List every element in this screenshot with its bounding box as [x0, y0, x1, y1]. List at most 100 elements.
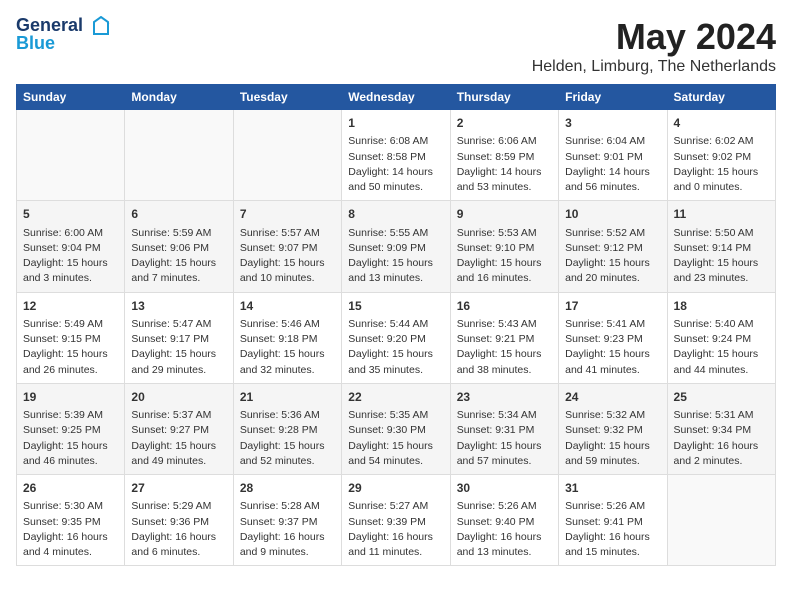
day-number: 11: [674, 206, 769, 223]
header-wednesday: Wednesday: [342, 85, 450, 110]
calendar-cell: 30 Sunrise: 5:26 AM Sunset: 9:40 PM Dayli…: [450, 475, 558, 566]
day-number: 28: [240, 480, 335, 497]
calendar-cell: 7Sunrise: 5:57 AM Sunset: 9:07 PM Daylig…: [233, 201, 341, 292]
header-thursday: Thursday: [450, 85, 558, 110]
calendar-cell: 5 Sunrise: 6:00 AM Sunset: 9:04 PM Daylig…: [17, 201, 125, 292]
day-number: 31: [565, 480, 660, 497]
day-info: Sunrise: 5:31 AM Sunset: 9:34 PM Dayligh…: [674, 408, 769, 469]
header-tuesday: Tuesday: [233, 85, 341, 110]
day-number: 8: [348, 206, 443, 223]
day-info: Sunrise: 5:53 AM Sunset: 9:10 PM Dayligh…: [457, 226, 552, 287]
calendar-cell: 13 Sunrise: 5:47 AM Sunset: 9:17 PM Dayli…: [125, 292, 233, 383]
day-info: Sunrise: 5:41 AM Sunset: 9:23 PM Dayligh…: [565, 317, 660, 378]
calendar-cell: 1Sunrise: 6:08 AM Sunset: 8:58 PM Daylig…: [342, 110, 450, 201]
day-info: Sunrise: 5:36 AM Sunset: 9:28 PM Dayligh…: [240, 408, 335, 469]
title-block: May 2024 Helden, Limburg, The Netherland…: [532, 16, 776, 76]
calendar-cell: [233, 110, 341, 201]
day-number: 26: [23, 480, 118, 497]
day-info: Sunrise: 5:49 AM Sunset: 9:15 PM Dayligh…: [23, 317, 118, 378]
day-info: Sunrise: 5:57 AM Sunset: 9:07 PM Dayligh…: [240, 226, 335, 287]
calendar-cell: 27 Sunrise: 5:29 AM Sunset: 9:36 PM Dayli…: [125, 475, 233, 566]
day-info: Sunrise: 5:29 AM Sunset: 9:36 PM Dayligh…: [131, 499, 226, 560]
calendar-cell: 2 Sunrise: 6:06 AM Sunset: 8:59 PM Daylig…: [450, 110, 558, 201]
day-number: 4: [674, 115, 769, 132]
day-info: Sunrise: 6:00 AM Sunset: 9:04 PM Dayligh…: [23, 226, 118, 287]
day-number: 21: [240, 389, 335, 406]
calendar-cell: 23Sunrise: 5:34 AM Sunset: 9:31 PM Dayli…: [450, 383, 558, 474]
calendar-cell: [17, 110, 125, 201]
calendar-cell: 6 Sunrise: 5:59 AM Sunset: 9:06 PM Daylig…: [125, 201, 233, 292]
day-number: 17: [565, 298, 660, 315]
calendar-cell: 22 Sunrise: 5:35 AM Sunset: 9:30 PM Dayli…: [342, 383, 450, 474]
day-info: Sunrise: 5:27 AM Sunset: 9:39 PM Dayligh…: [348, 499, 443, 560]
calendar-cell: 28 Sunrise: 5:28 AM Sunset: 9:37 PM Dayli…: [233, 475, 341, 566]
day-number: 25: [674, 389, 769, 406]
header-saturday: Saturday: [667, 85, 775, 110]
calendar-cell: 26Sunrise: 5:30 AM Sunset: 9:35 PM Dayli…: [17, 475, 125, 566]
logo: General Blue: [16, 16, 112, 54]
day-info: Sunrise: 6:02 AM Sunset: 9:02 PM Dayligh…: [674, 134, 769, 195]
calendar-cell: 8 Sunrise: 5:55 AM Sunset: 9:09 PM Daylig…: [342, 201, 450, 292]
calendar-cell: 14 Sunrise: 5:46 AM Sunset: 9:18 PM Dayli…: [233, 292, 341, 383]
day-info: Sunrise: 6:06 AM Sunset: 8:59 PM Dayligh…: [457, 134, 552, 195]
calendar-cell: 11Sunrise: 5:50 AM Sunset: 9:14 PM Dayli…: [667, 201, 775, 292]
day-info: Sunrise: 5:40 AM Sunset: 9:24 PM Dayligh…: [674, 317, 769, 378]
day-number: 19: [23, 389, 118, 406]
day-number: 22: [348, 389, 443, 406]
logo-general: General: [16, 15, 83, 35]
day-number: 27: [131, 480, 226, 497]
day-number: 3: [565, 115, 660, 132]
calendar-week-5: 26Sunrise: 5:30 AM Sunset: 9:35 PM Dayli…: [17, 475, 776, 566]
day-number: 2: [457, 115, 552, 132]
day-number: 18: [674, 298, 769, 315]
calendar-cell: 18 Sunrise: 5:40 AM Sunset: 9:24 PM Dayli…: [667, 292, 775, 383]
day-number: 5: [23, 206, 118, 223]
day-info: Sunrise: 6:08 AM Sunset: 8:58 PM Dayligh…: [348, 134, 443, 195]
day-info: Sunrise: 5:28 AM Sunset: 9:37 PM Dayligh…: [240, 499, 335, 560]
calendar-cell: 19 Sunrise: 5:39 AM Sunset: 9:25 PM Dayli…: [17, 383, 125, 474]
day-number: 29: [348, 480, 443, 497]
calendar-cell: 4 Sunrise: 6:02 AM Sunset: 9:02 PM Daylig…: [667, 110, 775, 201]
day-info: Sunrise: 5:55 AM Sunset: 9:09 PM Dayligh…: [348, 226, 443, 287]
logo-blue: Blue: [16, 34, 112, 54]
calendar-cell: 21 Sunrise: 5:36 AM Sunset: 9:28 PM Dayli…: [233, 383, 341, 474]
day-number: 14: [240, 298, 335, 315]
calendar-week-2: 5 Sunrise: 6:00 AM Sunset: 9:04 PM Daylig…: [17, 201, 776, 292]
day-info: Sunrise: 5:39 AM Sunset: 9:25 PM Dayligh…: [23, 408, 118, 469]
day-info: Sunrise: 5:52 AM Sunset: 9:12 PM Dayligh…: [565, 226, 660, 287]
day-info: Sunrise: 5:35 AM Sunset: 9:30 PM Dayligh…: [348, 408, 443, 469]
calendar-cell: 3Sunrise: 6:04 AM Sunset: 9:01 PM Daylig…: [559, 110, 667, 201]
day-number: 9: [457, 206, 552, 223]
calendar-cell: 25 Sunrise: 5:31 AM Sunset: 9:34 PM Dayli…: [667, 383, 775, 474]
day-number: 13: [131, 298, 226, 315]
calendar-cell: 29 Sunrise: 5:27 AM Sunset: 9:39 PM Dayli…: [342, 475, 450, 566]
calendar-cell: 9 Sunrise: 5:53 AM Sunset: 9:10 PM Daylig…: [450, 201, 558, 292]
calendar-cell: 24Sunrise: 5:32 AM Sunset: 9:32 PM Dayli…: [559, 383, 667, 474]
day-info: Sunrise: 5:26 AM Sunset: 9:40 PM Dayligh…: [457, 499, 552, 560]
day-info: Sunrise: 5:26 AM Sunset: 9:41 PM Dayligh…: [565, 499, 660, 560]
calendar-cell: 15Sunrise: 5:44 AM Sunset: 9:20 PM Dayli…: [342, 292, 450, 383]
location-title: Helden, Limburg, The Netherlands: [532, 58, 776, 76]
calendar-week-4: 19 Sunrise: 5:39 AM Sunset: 9:25 PM Dayli…: [17, 383, 776, 474]
day-number: 16: [457, 298, 552, 315]
header-monday: Monday: [125, 85, 233, 110]
calendar-cell: 17 Sunrise: 5:41 AM Sunset: 9:23 PM Dayli…: [559, 292, 667, 383]
calendar-header-row: SundayMondayTuesdayWednesdayThursdayFrid…: [17, 85, 776, 110]
day-number: 10: [565, 206, 660, 223]
calendar-cell: 16Sunrise: 5:43 AM Sunset: 9:21 PM Dayli…: [450, 292, 558, 383]
day-info: Sunrise: 5:37 AM Sunset: 9:27 PM Dayligh…: [131, 408, 226, 469]
calendar-cell: [125, 110, 233, 201]
calendar-cell: 10 Sunrise: 5:52 AM Sunset: 9:12 PM Dayli…: [559, 201, 667, 292]
day-info: Sunrise: 5:47 AM Sunset: 9:17 PM Dayligh…: [131, 317, 226, 378]
day-number: 30: [457, 480, 552, 497]
calendar-table: SundayMondayTuesdayWednesdayThursdayFrid…: [16, 84, 776, 566]
page-header: General Blue May 2024 Helden, Limburg, T…: [16, 16, 776, 76]
day-info: Sunrise: 5:59 AM Sunset: 9:06 PM Dayligh…: [131, 226, 226, 287]
day-info: Sunrise: 5:32 AM Sunset: 9:32 PM Dayligh…: [565, 408, 660, 469]
day-info: Sunrise: 5:46 AM Sunset: 9:18 PM Dayligh…: [240, 317, 335, 378]
day-number: 6: [131, 206, 226, 223]
day-number: 23: [457, 389, 552, 406]
month-title: May 2024: [532, 16, 776, 58]
calendar-week-3: 12Sunrise: 5:49 AM Sunset: 9:15 PM Dayli…: [17, 292, 776, 383]
calendar-week-1: 1Sunrise: 6:08 AM Sunset: 8:58 PM Daylig…: [17, 110, 776, 201]
